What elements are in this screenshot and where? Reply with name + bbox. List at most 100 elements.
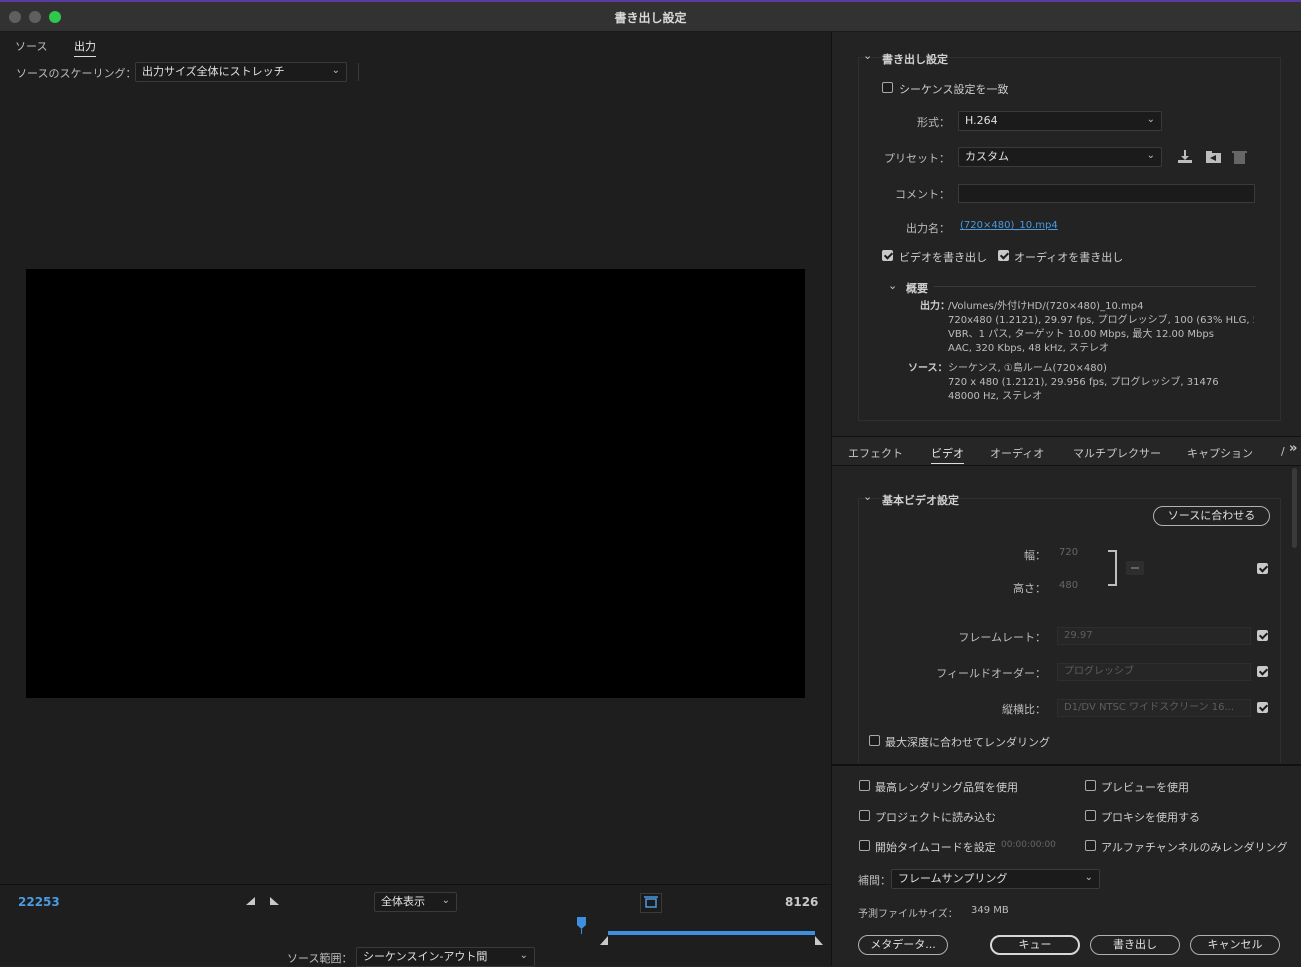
- format-value: H.264: [965, 114, 998, 127]
- tab-captions[interactable]: キャプション: [1187, 445, 1253, 461]
- use-preview-label: プレビューを使用: [1101, 781, 1189, 794]
- preset-actions: [1178, 150, 1247, 164]
- chevron-down-icon[interactable]: ⌄: [863, 49, 872, 62]
- export-button[interactable]: 書き出し: [1090, 935, 1180, 955]
- window-title: 書き出し設定: [614, 11, 687, 25]
- aspect-checkbox[interactable]: [1257, 702, 1268, 713]
- source-range-value: シーケンスイン-アウト間: [363, 950, 488, 963]
- mark-in-icon: [246, 897, 255, 905]
- tab-effects[interactable]: エフェクト: [848, 445, 903, 461]
- use-preview-checkbox[interactable]: [1085, 780, 1096, 791]
- chevron-down-icon[interactable]: ⌄: [863, 490, 872, 503]
- source-range-dropdown[interactable]: シーケンスイン-アウト間 ⌄: [356, 947, 535, 967]
- preset-dropdown[interactable]: カスタム ⌄: [958, 147, 1162, 167]
- export-video-label: ビデオを書き出し: [899, 251, 987, 264]
- in-out-range: [608, 931, 815, 935]
- tab-audio[interactable]: オーディオ: [990, 445, 1044, 461]
- height-label: 高さ：: [1013, 582, 1046, 595]
- alpha-only-checkbox[interactable]: [1085, 840, 1096, 851]
- save-preset-icon: [1178, 150, 1192, 163]
- title-bar: 書き出し設定: [0, 0, 1301, 32]
- aspect-dropdown[interactable]: D1/DV NTSC ワイドスクリーン 16...: [1057, 699, 1251, 717]
- field-order-value: プログレッシブ: [1064, 666, 1134, 677]
- export-audio-label: オーディオを書き出し: [1014, 251, 1124, 264]
- field-order-dropdown[interactable]: プログレッシブ: [1057, 663, 1251, 681]
- tab-overflow[interactable]: /: [1281, 445, 1285, 458]
- use-proxy-checkbox[interactable]: [1085, 810, 1096, 821]
- cancel-button[interactable]: キャンセル: [1190, 935, 1280, 955]
- framerate-dropdown[interactable]: 29.97: [1057, 627, 1251, 645]
- tab-output[interactable]: 出力: [74, 38, 96, 57]
- output-name-link[interactable]: (720×480)_10.mp4: [960, 220, 1058, 231]
- summary-title: 概要: [906, 282, 928, 295]
- timecode-current[interactable]: 22253: [18, 895, 60, 909]
- match-source-button[interactable]: ソースに合わせる: [1153, 506, 1270, 526]
- queue-button[interactable]: キュー: [990, 935, 1080, 955]
- chevron-down-icon: ⌄: [331, 65, 340, 76]
- max-depth-checkbox[interactable]: [869, 735, 880, 746]
- aspect-value: D1/DV NTSC ワイドスクリーン 16...: [1064, 702, 1235, 713]
- comment-input[interactable]: [958, 184, 1255, 203]
- start-timecode-checkbox[interactable]: [859, 840, 870, 851]
- delete-preset-icon: [1232, 151, 1247, 164]
- width-height-checkbox[interactable]: [1257, 563, 1268, 574]
- settings-panel: ⌄ 書き出し設定 シーケンス設定を一致 形式： H.264 ⌄ プリセット： カ…: [832, 32, 1301, 966]
- video-settings-title: 基本ビデオ設定: [882, 494, 959, 507]
- import-project-checkbox[interactable]: [859, 810, 870, 821]
- max-quality-label: 最高レンダリング品質を使用: [875, 781, 1018, 794]
- tab-multiplexer[interactable]: マルチプレクサー: [1073, 445, 1161, 461]
- metadata-button[interactable]: メタデータ...: [858, 935, 948, 955]
- summary-output-line: VBR、1 パス, ターゲット 10.00 Mbps, 最大 12.00 Mbp…: [948, 329, 1214, 340]
- format-dropdown[interactable]: H.264 ⌄: [958, 111, 1162, 131]
- field-order-checkbox[interactable]: [1257, 666, 1268, 677]
- scaling-label: ソースのスケーリング：: [16, 67, 137, 80]
- height-value[interactable]: 480: [1059, 580, 1078, 591]
- divider: [358, 63, 359, 81]
- mark-in-out-icons: [246, 897, 279, 905]
- divider: [934, 286, 1256, 287]
- match-sequence-checkbox[interactable]: [882, 82, 893, 93]
- tab-source[interactable]: ソース: [15, 38, 47, 54]
- fit-button[interactable]: [640, 893, 662, 913]
- tab-video[interactable]: ビデオ: [931, 445, 964, 464]
- link-bracket: [1108, 550, 1144, 586]
- format-label: 形式：: [917, 116, 950, 129]
- summary-source-line: シーケンス, ①島ルーム(720×480): [948, 363, 1107, 374]
- chevron-down-icon: ⌄: [1146, 150, 1155, 161]
- divider: [0, 884, 831, 885]
- scrollbar[interactable]: [1292, 468, 1297, 548]
- scaling-value: 出力サイズ全体にストレッチ: [142, 65, 285, 78]
- export-audio-checkbox[interactable]: [998, 250, 1009, 261]
- framerate-checkbox[interactable]: [1257, 630, 1268, 641]
- summary-output-label: 出力：: [920, 301, 950, 312]
- match-sequence-label: シーケンス設定を一致: [899, 83, 1009, 96]
- summary-output-line: AAC, 320 Kbps, 48 kHz, ステレオ: [948, 343, 1110, 354]
- aspect-label: 縦横比：: [1002, 703, 1046, 716]
- use-proxy-label: プロキシを使用する: [1101, 811, 1200, 824]
- divider: [832, 764, 1301, 766]
- interp-dropdown[interactable]: フレームサンプリング ⌄: [891, 869, 1100, 889]
- scaling-dropdown[interactable]: 出力サイズ全体にストレッチ ⌄: [135, 62, 347, 82]
- summary-output-line: 720x480 (1.2121), 29.97 fps, プログレッシブ, 10…: [948, 315, 1254, 326]
- zoom-dropdown[interactable]: 全体表示 ⌄: [374, 892, 457, 912]
- preset-label: プリセット：: [884, 152, 950, 165]
- timeline-range[interactable]: [574, 914, 830, 950]
- chevron-down-icon[interactable]: ⌄: [888, 279, 897, 292]
- more-tabs-icon[interactable]: »: [1289, 441, 1297, 456]
- start-timecode-value[interactable]: 00:00:00:00: [1001, 840, 1056, 850]
- import-project-label: プロジェクトに読み込む: [875, 811, 996, 824]
- chevron-down-icon: ⌄: [441, 895, 450, 906]
- max-depth-label: 最大深度に合わせてレンダリング: [885, 736, 1050, 749]
- alpha-only-label: アルファチャンネルのみレンダリング: [1101, 841, 1288, 854]
- framerate-value: 29.97: [1064, 630, 1093, 641]
- preview-panel: ソース 出力 ソースのスケーリング： 出力サイズ全体にストレッチ ⌄ 22253…: [0, 32, 832, 967]
- start-timecode-label: 開始タイムコードを設定: [875, 841, 996, 854]
- est-size-label: 予測ファイルサイズ：: [858, 909, 958, 920]
- output-name-label: 出力名：: [906, 222, 950, 235]
- preset-value: カスタム: [965, 150, 1009, 163]
- max-quality-checkbox[interactable]: [859, 780, 870, 791]
- zoom-value: 全体表示: [381, 895, 425, 908]
- mark-out-icon: [270, 897, 279, 905]
- width-value[interactable]: 720: [1059, 547, 1078, 558]
- export-video-checkbox[interactable]: [882, 250, 893, 261]
